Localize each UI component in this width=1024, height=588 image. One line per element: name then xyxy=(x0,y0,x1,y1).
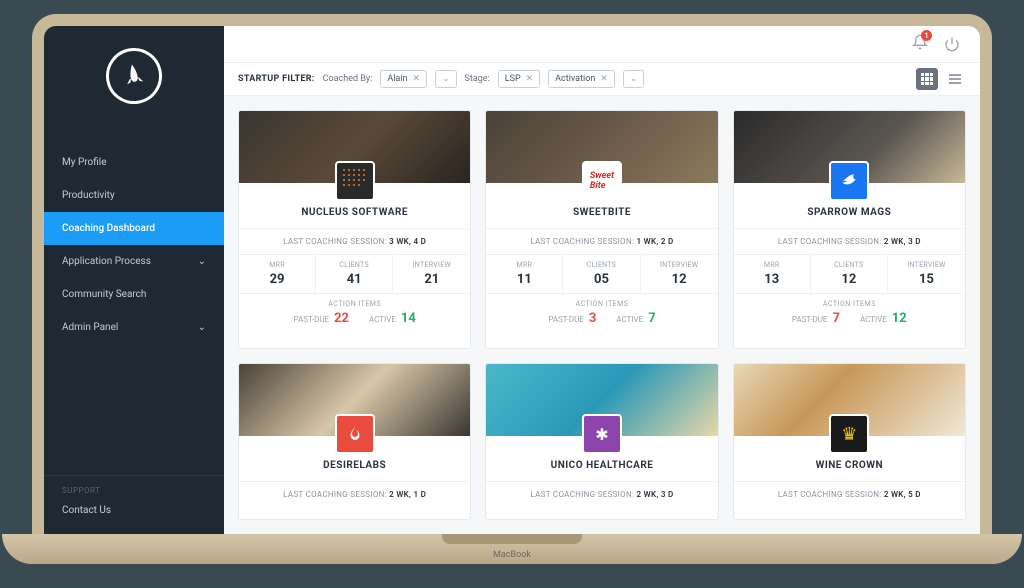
card-hero: SweetBite xyxy=(486,111,717,183)
support-header: SUPPORT xyxy=(62,486,206,495)
list-view-button[interactable] xyxy=(944,68,966,90)
sidebar: My Profile Productivity Coaching Dashboa… xyxy=(44,26,224,534)
stage-dropdown[interactable]: ⌄ xyxy=(623,70,645,88)
last-session-row: LAST COACHING SESSION: 3 WK, 4 D xyxy=(239,228,470,254)
startup-card[interactable]: NUCLEUS SOFTWARE LAST COACHING SESSION: … xyxy=(238,110,471,349)
action-items-row: PAST-DUE22 ACTIVE14 xyxy=(239,311,470,336)
nav-admin-panel[interactable]: Admin Panel⌄ xyxy=(44,311,224,344)
support-section: SUPPORT Contact Us xyxy=(44,475,224,534)
last-session-row: LAST COACHING SESSION: 2 WK, 3 D xyxy=(486,481,717,507)
card-hero xyxy=(734,111,965,183)
filter-bar: STARTUP FILTER: Coached By: Alain✕ ⌄ Sta… xyxy=(224,62,980,96)
close-icon[interactable]: ✕ xyxy=(412,74,420,84)
startup-logo: ♛ xyxy=(829,414,869,454)
stats-row: MRR29 CLIENTS41 INTERVIEW21 xyxy=(239,254,470,293)
action-items-header: ACTION ITEMS xyxy=(486,293,717,311)
filter-title: STARTUP FILTER: xyxy=(238,74,315,84)
app-logo xyxy=(44,26,224,126)
chevron-down-icon: ⌄ xyxy=(198,322,206,333)
startup-logo: ✱ xyxy=(582,414,622,454)
startup-logo: SweetBite xyxy=(582,161,622,201)
notifications-button[interactable]: 1 xyxy=(912,34,928,54)
startup-logo xyxy=(335,414,375,454)
card-hero xyxy=(239,111,470,183)
startup-card[interactable]: DESIRELABS LAST COACHING SESSION: 2 WK, … xyxy=(238,363,471,520)
startup-card[interactable]: SweetBite SWEETBITE LAST COACHING SESSIO… xyxy=(485,110,718,349)
stats-row: MRR11 CLIENTS05 INTERVIEW12 xyxy=(486,254,717,293)
card-hero: ♛ xyxy=(734,364,965,436)
coached-by-label: Coached By: xyxy=(323,74,373,84)
chevron-down-icon: ⌄ xyxy=(198,256,206,267)
grid-icon xyxy=(921,73,933,85)
startup-card[interactable]: ✱ UNICO HEALTHCARE LAST COACHING SESSION… xyxy=(485,363,718,520)
last-session-row: LAST COACHING SESSION: 1 WK, 2 D xyxy=(486,228,717,254)
card-hero: ✱ xyxy=(486,364,717,436)
coach-dropdown[interactable]: ⌄ xyxy=(435,70,457,88)
nav-menu: My Profile Productivity Coaching Dashboa… xyxy=(44,126,224,465)
close-icon[interactable]: ✕ xyxy=(526,74,534,84)
nav-community-search[interactable]: Community Search xyxy=(44,278,224,311)
filter-chip-stage-lsp[interactable]: LSP✕ xyxy=(498,70,540,88)
card-hero xyxy=(239,364,470,436)
action-items-header: ACTION ITEMS xyxy=(734,293,965,311)
crown-icon: ♛ xyxy=(841,424,857,445)
nav-coaching-dashboard[interactable]: Coaching Dashboard xyxy=(44,212,224,245)
action-items-header: ACTION ITEMS xyxy=(239,293,470,311)
action-items-row: PAST-DUE3 ACTIVE7 xyxy=(486,311,717,336)
startup-logo xyxy=(335,161,375,201)
startup-logo xyxy=(829,161,869,201)
startup-card[interactable]: SPARROW MAGS LAST COACHING SESSION: 2 WK… xyxy=(733,110,966,349)
last-session-row: LAST COACHING SESSION: 2 WK, 3 D xyxy=(734,228,965,254)
notification-badge: 1 xyxy=(921,30,932,41)
last-session-row: LAST COACHING SESSION: 2 WK, 5 D xyxy=(734,481,965,507)
startup-cards-grid: NUCLEUS SOFTWARE LAST COACHING SESSION: … xyxy=(224,96,980,534)
main-area: 1 STARTUP FILTER: Coached By: Alain✕ ⌄ S… xyxy=(224,26,980,534)
stage-label: Stage: xyxy=(465,74,490,84)
flame-icon xyxy=(346,425,364,443)
action-items-row: PAST-DUE7 ACTIVE12 xyxy=(734,311,965,336)
filter-chip-coach[interactable]: Alain✕ xyxy=(380,70,427,88)
grid-view-button[interactable] xyxy=(916,68,938,90)
last-session-row: LAST COACHING SESSION: 2 WK, 1 D xyxy=(239,481,470,507)
nav-contact-us[interactable]: Contact Us xyxy=(62,505,206,516)
nav-my-profile[interactable]: My Profile xyxy=(44,146,224,179)
nav-productivity[interactable]: Productivity xyxy=(44,179,224,212)
list-icon xyxy=(949,74,961,84)
topbar: 1 xyxy=(224,26,980,62)
startup-card[interactable]: ♛ WINE CROWN LAST COACHING SESSION: 2 WK… xyxy=(733,363,966,520)
filter-chip-stage-activation[interactable]: Activation✕ xyxy=(548,70,615,88)
close-icon[interactable]: ✕ xyxy=(600,74,608,84)
rocket-icon xyxy=(118,60,150,92)
stats-row: MRR13 CLIENTS12 INTERVIEW15 xyxy=(734,254,965,293)
nav-application-process[interactable]: Application Process⌄ xyxy=(44,245,224,278)
bird-icon xyxy=(839,171,859,191)
power-icon[interactable] xyxy=(944,36,960,52)
